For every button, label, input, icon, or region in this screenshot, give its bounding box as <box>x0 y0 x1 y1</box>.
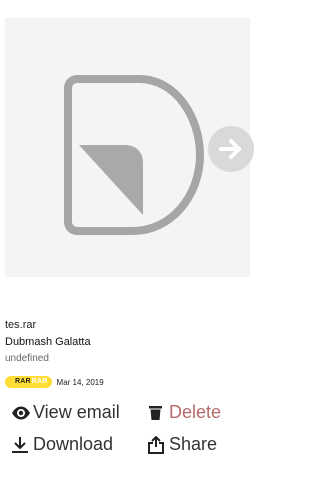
download-button[interactable]: Download <box>11 434 113 455</box>
share-button[interactable]: Share <box>147 434 217 455</box>
file-date: Mar 14, 2019 <box>56 377 104 387</box>
next-attachment-button[interactable] <box>208 126 254 172</box>
eye-icon <box>11 404 31 422</box>
file-title: Dubmash Galatta <box>5 336 91 348</box>
share-icon <box>147 435 167 454</box>
delete-button[interactable]: Delete <box>147 402 221 423</box>
view-email-button[interactable]: View email <box>11 402 120 423</box>
download-label: Download <box>33 434 114 454</box>
file-meta: undefined <box>5 353 49 364</box>
file-type-label: RAR <box>15 378 31 385</box>
trash-icon <box>147 404 167 422</box>
badge-row: RARRAR Mar 14, 2019 <box>5 376 104 388</box>
download-icon <box>11 436 31 454</box>
file-type-ghost-label: RAR <box>31 378 48 385</box>
attachment-card: tes.rar Dubmash Galatta undefined RARRAR… <box>0 0 273 486</box>
view-email-label: View email <box>33 402 120 422</box>
file-document-icon <box>64 75 205 235</box>
file-name: tes.rar <box>5 319 37 331</box>
arrow-right-icon <box>219 139 241 159</box>
delete-label: Delete <box>169 402 222 422</box>
attachment-preview[interactable] <box>5 18 254 277</box>
file-type-badge: RARRAR <box>5 376 52 388</box>
share-label: Share <box>169 434 218 454</box>
